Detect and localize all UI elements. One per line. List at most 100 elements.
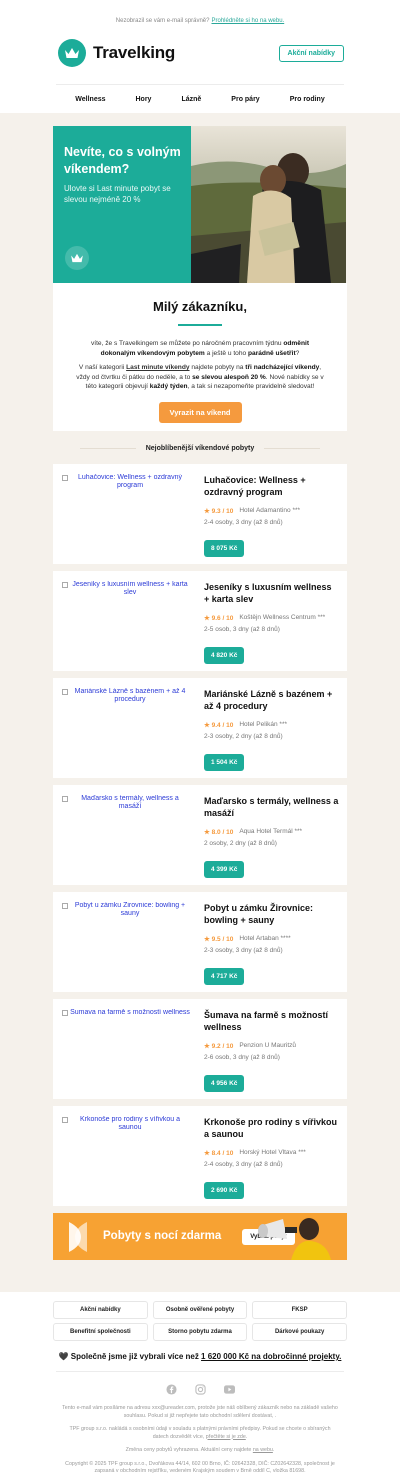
offer-card[interactable]: Krkonoše pro rodiny s vířivkou a saunou … xyxy=(53,1106,347,1206)
offer-image-alt-text: Jeseníky s luxusním wellness + karta sle… xyxy=(72,581,188,596)
footer-link-deals[interactable]: Akční nabídky xyxy=(53,1301,148,1319)
offer-title[interactable]: Jeseníky s luxusním wellness + karta sle… xyxy=(204,581,339,605)
offer-capacity: 2-6 osob, 3 dny (až 8 dnů) xyxy=(204,1054,280,1061)
intro-paragraph-1: víte, že s Travelkingem se můžete po nár… xyxy=(53,339,347,358)
web-link[interactable]: na webu xyxy=(253,1447,273,1453)
offer-card[interactable]: Šumava na farmě s možností wellness Šuma… xyxy=(53,999,347,1099)
privacy-link[interactable]: přečtěte si je zde xyxy=(206,1434,246,1440)
offer-capacity: 2-4 osoby, 3 dny (až 8 dnů) xyxy=(204,519,283,526)
broken-image-icon xyxy=(62,582,68,588)
footer-link-verified-stays[interactable]: Osobně ověřené pobyty xyxy=(152,1301,248,1319)
hero-subtitle: Ulovte si Last minute pobyt se slevou ne… xyxy=(64,184,171,204)
offer-meta: ★ 9.3 / 10 Hotel Adamantino *** xyxy=(204,507,339,515)
crown-icon xyxy=(58,39,86,67)
offer-image[interactable]: Mariánské Lázně s bazénem + až 4 procedu… xyxy=(53,678,194,778)
offer-card[interactable]: Pobyt u zámku Žirovnice: bowling + sauny… xyxy=(53,892,347,992)
offer-image[interactable]: Luhačovice: Wellness + ozdravný program xyxy=(53,464,194,564)
weekend-cta-button[interactable]: Vyrazit na víkend xyxy=(158,401,242,423)
offer-rating: ★ 8.0 / 10 xyxy=(204,829,234,836)
offer-capacity: 2-5 osob, 3 dny (až 8 dnů) xyxy=(204,626,280,633)
offer-title[interactable]: Maďarsko s termály, wellness a masáží xyxy=(204,795,339,819)
offer-image[interactable]: Pobyt u zámku Žirovnice: bowling + sauny xyxy=(53,892,194,992)
broken-image-icon xyxy=(62,796,68,802)
night-logo-icon xyxy=(69,1221,87,1252)
megaphone-woman-image xyxy=(258,1218,331,1260)
offer-image[interactable]: Maďarsko s termály, wellness a masáží xyxy=(53,785,194,885)
view-in-browser-link[interactable]: Prohlédněte si ho na webu. xyxy=(211,18,284,24)
offer-rating: ★ 9.6 / 10 xyxy=(204,615,234,622)
offer-card[interactable]: Jeseníky s luxusním wellness + karta sle… xyxy=(53,571,347,671)
nav-item-pro-pary[interactable]: Pro páry xyxy=(231,96,259,103)
offer-price-button[interactable]: 4 956 Kč xyxy=(204,1075,245,1092)
offer-card[interactable]: Maďarsko s termály, wellness a masáží Ma… xyxy=(53,785,347,885)
offer-image[interactable]: Jeseníky s luxusním wellness + karta sle… xyxy=(53,571,194,671)
footer-link-benefit-companies[interactable]: Benefitní společnosti xyxy=(53,1323,148,1341)
offer-price-button[interactable]: 2 690 Kč xyxy=(204,1182,245,1199)
offer-hotel: Hotel Artaban **** xyxy=(239,935,291,942)
nav-item-lazne[interactable]: Lázně xyxy=(181,96,201,103)
text-bold: tři nadcházející víkendy xyxy=(245,364,320,371)
footer-links: Akční nabídky Osobně ověřené pobyty FKSP… xyxy=(0,1292,400,1341)
offer-price-button[interactable]: 4 399 Kč xyxy=(204,861,245,878)
charity-link[interactable]: 1 620 000 Kč na dobročinné projekty. xyxy=(201,1352,341,1361)
offer-price-button[interactable]: 1 504 Kč xyxy=(204,754,245,771)
footer-link-gift-vouchers[interactable]: Dárkové poukazy xyxy=(252,1323,347,1341)
footer-link-fksp[interactable]: FKSP xyxy=(252,1301,347,1319)
text: . xyxy=(272,1447,275,1453)
facebook-icon[interactable] xyxy=(165,1384,177,1395)
offer-title[interactable]: Šumava na farmě s možností wellness xyxy=(204,1009,339,1033)
offer-image-alt-text: Krkonoše pro rodiny s vířivkou a saunou xyxy=(80,1116,180,1131)
offer-title[interactable]: Krkonoše pro rodiny s vířivkou a saunou xyxy=(204,1116,339,1140)
offer-card[interactable]: Luhačovice: Wellness + ozdravný program … xyxy=(53,464,347,564)
text: . xyxy=(245,1433,248,1440)
offer-image-alt: Šumava na farmě s možností wellness xyxy=(62,1009,190,1025)
offer-image-alt-text: Maďarsko s termály, wellness a masáží xyxy=(81,795,179,810)
accent-line xyxy=(178,324,222,326)
text-bold: parádně ušetřit xyxy=(248,349,296,357)
main-content: Nevíte, co s volným víkendem? Ulovte si … xyxy=(0,113,400,1292)
broken-image-icon xyxy=(62,689,68,695)
logo[interactable]: Travelking xyxy=(58,39,175,67)
nav-item-hory[interactable]: Hory xyxy=(136,96,152,103)
offer-title[interactable]: Pobyt u zámku Žirovnice: bowling + sauny xyxy=(204,902,339,926)
offer-details: Šumava na farmě s možností wellness ★ 9.… xyxy=(194,999,347,1099)
social-links xyxy=(0,1384,400,1395)
offer-hotel: Horský Hotel Vltava *** xyxy=(239,1149,306,1156)
divider xyxy=(264,448,321,449)
offer-image[interactable]: Šumava na farmě s možností wellness xyxy=(53,999,194,1099)
text: a ještě u toho xyxy=(204,349,248,357)
offer-image-alt: Pobyt u zámku Žirovnice: bowling + sauny xyxy=(62,902,190,918)
offer-list: Luhačovice: Wellness + ozdravný program … xyxy=(53,464,347,1206)
offer-price-button[interactable]: 4 717 Kč xyxy=(204,968,245,985)
nav-item-wellness[interactable]: Wellness xyxy=(75,96,105,103)
text: V naší kategorii xyxy=(78,364,127,371)
offer-capacity: 2 osoby, 2 dny (až 8 dnů) xyxy=(204,840,277,847)
last-minute-link[interactable]: Last minute víkendy xyxy=(126,364,189,371)
offer-title[interactable]: Luhačovice: Wellness + ozdravný program xyxy=(204,474,339,498)
nav-item-pro-rodiny[interactable]: Pro rodiny xyxy=(290,96,325,103)
preheader-text: Nezobrazil se vám e-mail správně? xyxy=(115,18,210,24)
youtube-icon[interactable] xyxy=(223,1384,235,1395)
footer-link-free-cancellation[interactable]: Storno pobytu zdarma xyxy=(152,1323,248,1341)
offer-image-alt: Krkonoše pro rodiny s vířivkou a saunou xyxy=(62,1116,190,1132)
offer-meta: ★ 8.4 / 10 Horský Hotel Vltava *** xyxy=(204,1149,339,1157)
offer-image-alt-text: Mariánské Lázně s bazénem + až 4 procedu… xyxy=(74,688,186,703)
offer-image[interactable]: Krkonoše pro rodiny s vířivkou a saunou xyxy=(53,1106,194,1206)
hero-title: Nevíte, co s volným víkendem? xyxy=(64,145,181,176)
brand-name: Travelking xyxy=(93,43,176,62)
section-title-text: Nejoblíbenější víkendové pobyty xyxy=(145,445,255,452)
offer-title[interactable]: Mariánské Lázně s bazénem + až 4 procedu… xyxy=(204,688,339,712)
broken-image-icon xyxy=(62,1117,68,1123)
offer-card[interactable]: Mariánské Lázně s bazénem + až 4 procedu… xyxy=(53,678,347,778)
offer-details: Jeseníky s luxusním wellness + karta sle… xyxy=(194,571,347,671)
hero-banner[interactable]: Nevíte, co s volným víkendem? Ulovte si … xyxy=(53,126,347,283)
instagram-icon[interactable] xyxy=(194,1384,206,1395)
deals-button[interactable]: Akční nabídky xyxy=(278,44,344,62)
offer-price-button[interactable]: 4 820 Kč xyxy=(204,647,245,664)
offer-price-button[interactable]: 8 075 Kč xyxy=(204,540,245,557)
promo-banner[interactable]: Pobyty s nocí zdarma Vybrat pobyt xyxy=(53,1213,347,1260)
text: ? xyxy=(295,349,300,357)
offer-details: Luhačovice: Wellness + ozdravný program … xyxy=(194,464,347,564)
hero-text-panel: Nevíte, co s volným víkendem? Ulovte si … xyxy=(53,126,191,283)
offer-rating: ★ 9.3 / 10 xyxy=(204,508,234,515)
